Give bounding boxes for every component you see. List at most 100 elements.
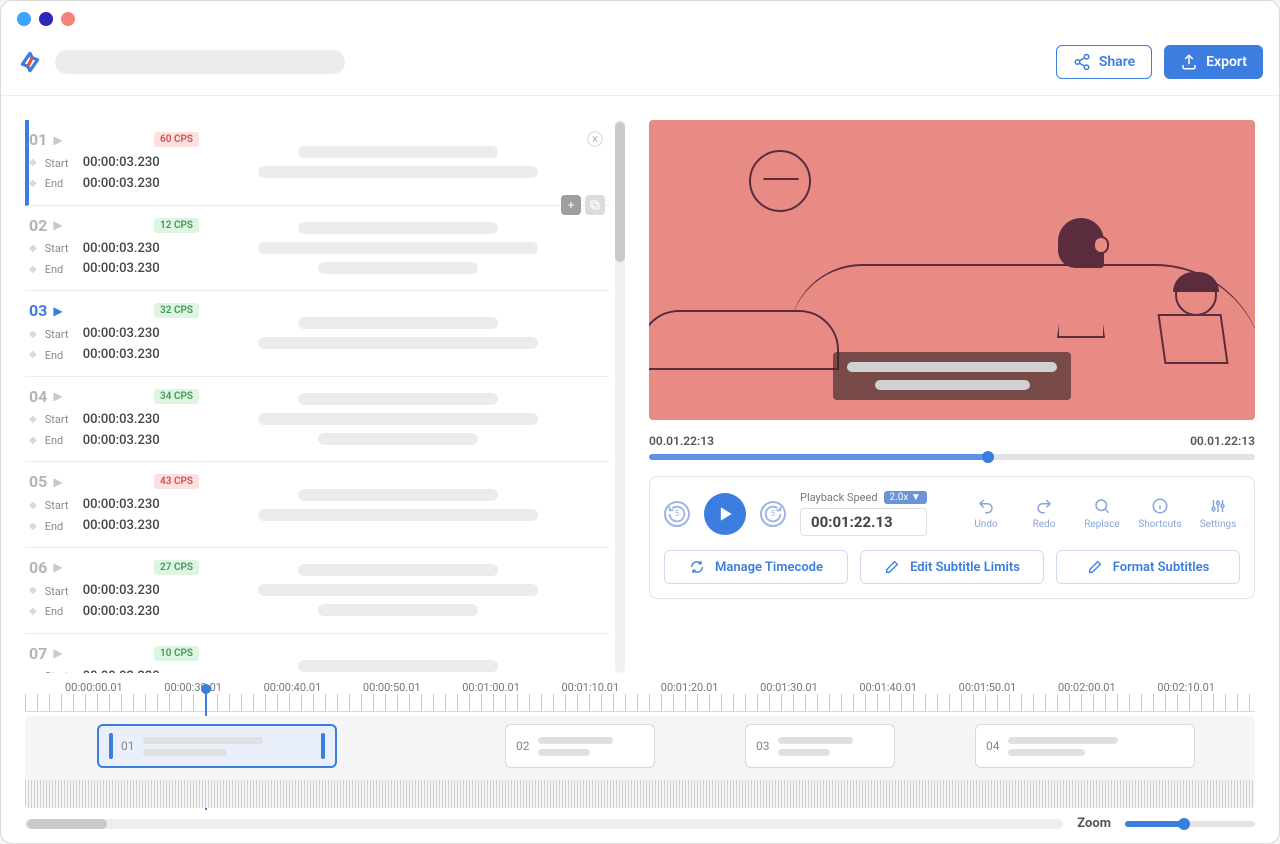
replace-button[interactable]: Replace — [1080, 497, 1124, 530]
controls-card: 5 5 Playback Speed 2.0x ▼ 00:01:22.13 Un… — [649, 476, 1255, 599]
tick-label: 00:00:00.01 — [65, 681, 123, 694]
clear-row-icon[interactable]: ⓧ — [587, 126, 603, 150]
subtitle-text[interactable] — [199, 644, 597, 673]
edit-limits-button[interactable]: Edit Subtitle Limits — [860, 550, 1044, 584]
subtitle-row[interactable]: 06 ▶ 27 CPS ◆Start00:00:03.230 ◆End00:00… — [25, 548, 609, 634]
add-row-button[interactable]: + — [561, 195, 581, 215]
illustration-cloud — [649, 310, 839, 370]
end-timecode[interactable]: 00:00:03.230 — [83, 516, 160, 537]
zoom-slider[interactable] — [1125, 821, 1255, 827]
end-timecode[interactable]: 00:00:03.230 — [83, 174, 160, 195]
timeline-clip[interactable]: 01 — [97, 724, 337, 768]
row-index: 01 — [29, 130, 47, 149]
format-icon — [1087, 559, 1103, 575]
play-row-icon[interactable]: ▶ — [53, 304, 62, 318]
subtitle-scrollbar[interactable] — [615, 120, 625, 673]
play-button[interactable] — [704, 493, 746, 535]
cps-badge: 43 CPS — [154, 474, 199, 489]
rewind-5-button[interactable]: 5 — [664, 501, 690, 527]
title-input[interactable] — [55, 50, 345, 74]
start-timecode[interactable]: 00:00:03.230 — [83, 581, 160, 602]
end-timecode[interactable]: 00:00:03.230 — [83, 259, 160, 280]
waveform-track[interactable]: 01 02 03 04 — [25, 716, 1255, 808]
end-label: End — [45, 518, 75, 536]
time-readout: 00.01.22:13 00.01.22:13 — [649, 434, 1255, 448]
end-timecode[interactable]: 00:00:03.230 — [83, 602, 160, 623]
start-timecode[interactable]: 00:00:03.230 — [83, 495, 160, 516]
play-row-icon[interactable]: ▶ — [53, 646, 62, 660]
video-preview[interactable] — [649, 120, 1255, 420]
timeline-scrollbar[interactable] — [25, 819, 1063, 829]
subtitle-row[interactable]: 03 ▶ 32 CPS ◆Start00:00:03.230 ◆End00:00… — [25, 291, 609, 377]
play-row-icon[interactable]: ▶ — [53, 133, 62, 147]
caption-overlay — [833, 352, 1071, 400]
subtitle-row[interactable]: 05 ▶ 43 CPS ◆Start00:00:03.230 ◆End00:00… — [25, 462, 609, 548]
copy-row-button[interactable] — [585, 195, 605, 215]
subtitle-list[interactable]: 01 ▶ 60 CPS ◆Start00:00:03.230 ◆End00:00… — [25, 120, 609, 673]
row-index: 03 — [29, 301, 47, 320]
timeline-clip[interactable]: 04 — [975, 724, 1195, 768]
forward-5-button[interactable]: 5 — [760, 501, 786, 527]
subtitle-text[interactable] — [199, 130, 597, 195]
timeline-scroll-thumb[interactable] — [27, 819, 107, 829]
subtitle-text[interactable] — [199, 558, 597, 623]
subtitle-text[interactable] — [199, 301, 597, 366]
play-row-icon[interactable]: ▶ — [53, 475, 62, 489]
seek-knob[interactable] — [982, 451, 994, 463]
clip-handle-right[interactable] — [321, 733, 325, 759]
clip-handle-left[interactable] — [109, 733, 113, 759]
subtitle-text[interactable] — [199, 472, 597, 537]
undo-icon — [977, 497, 995, 515]
start-label: Start — [45, 411, 75, 429]
format-subtitles-button[interactable]: Format Subtitles — [1056, 550, 1240, 584]
end-label: End — [45, 603, 75, 621]
undo-button[interactable]: Undo — [964, 497, 1008, 530]
cps-badge: 34 CPS — [154, 389, 199, 404]
play-row-icon[interactable]: ▶ — [53, 218, 62, 232]
subtitle-row[interactable]: 01 ▶ 60 CPS ◆Start00:00:03.230 ◆End00:00… — [25, 120, 609, 206]
start-timecode[interactable]: 00:00:03.230 — [83, 324, 160, 345]
time-current: 00.01.22:13 — [649, 434, 714, 448]
shortcuts-button[interactable]: Shortcuts — [1138, 497, 1182, 530]
timeline: 00:00:00.0100:00:30.0100:00:40.0100:00:5… — [1, 673, 1279, 843]
play-row-icon[interactable]: ▶ — [53, 560, 62, 574]
play-row-icon[interactable]: ▶ — [53, 389, 62, 403]
subtitle-row[interactable]: 04 ▶ 34 CPS ◆Start00:00:03.230 ◆End00:00… — [25, 377, 609, 463]
start-timecode[interactable]: 00:00:03.230 — [83, 410, 160, 431]
subtitle-row[interactable]: 07 ▶ 10 CPS ◆Start00:00:03.230 ◆End00:00… — [25, 634, 609, 673]
seek-bar[interactable] — [649, 454, 1255, 460]
settings-button[interactable]: Settings — [1196, 497, 1240, 530]
start-timecode[interactable]: 00:00:03.230 — [83, 153, 160, 174]
speed-selector[interactable]: 2.0x ▼ — [884, 491, 927, 504]
start-label: Start — [45, 155, 75, 173]
subtitle-text[interactable] — [199, 216, 597, 281]
time-total: 00.01.22:13 — [1190, 434, 1255, 448]
end-timecode[interactable]: 00:00:03.230 — [83, 431, 160, 452]
start-label: Start — [45, 668, 75, 673]
scroll-thumb[interactable] — [615, 122, 625, 262]
window-control-2[interactable] — [39, 12, 53, 26]
timeline-clip[interactable]: 03 — [745, 724, 895, 768]
tick-label: 00:01:00.01 — [462, 681, 520, 694]
timeline-footer: Zoom — [25, 816, 1255, 831]
redo-icon — [1035, 497, 1053, 515]
clip-index: 03 — [756, 739, 770, 753]
subtitle-text[interactable] — [199, 387, 597, 452]
redo-button[interactable]: Redo — [1022, 497, 1066, 530]
tick-label: 00:01:50.01 — [959, 681, 1017, 694]
timeline-clip[interactable]: 02 — [505, 724, 655, 768]
info-icon — [1151, 497, 1169, 515]
zoom-knob[interactable] — [1178, 818, 1190, 830]
start-timecode[interactable]: 00:00:03.230 — [83, 667, 160, 673]
share-button[interactable]: Share — [1056, 45, 1152, 79]
export-button[interactable]: Export — [1164, 45, 1263, 79]
manage-timecode-button[interactable]: Manage Timecode — [664, 550, 848, 584]
end-timecode[interactable]: 00:00:03.230 — [83, 345, 160, 366]
start-timecode[interactable]: 00:00:03.230 — [83, 239, 160, 260]
window-control-1[interactable] — [17, 12, 31, 26]
export-icon — [1180, 53, 1198, 71]
subtitle-row[interactable]: 02 ▶ 12 CPS ◆Start00:00:03.230 ◆End00:00… — [25, 206, 609, 292]
share-label: Share — [1099, 54, 1135, 70]
cps-badge: 27 CPS — [154, 560, 199, 575]
window-control-3[interactable] — [61, 12, 75, 26]
